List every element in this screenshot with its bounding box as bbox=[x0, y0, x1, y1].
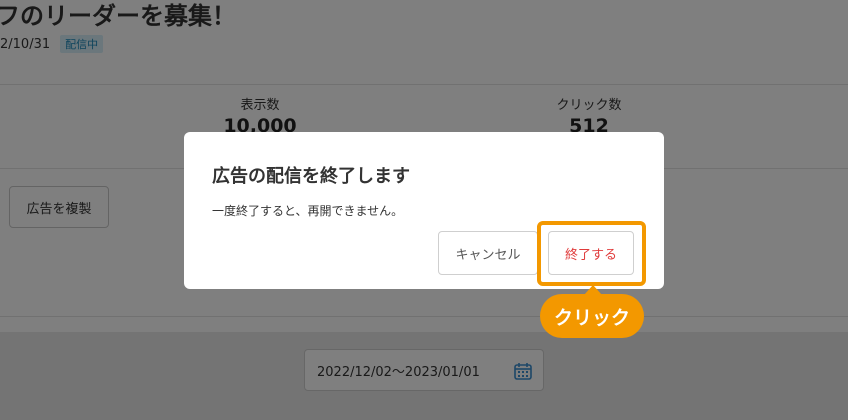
end-delivery-dialog: 広告の配信を終了します 一度終了すると、再開できません。 キャンセル 終了する bbox=[184, 132, 664, 289]
dialog-title: 広告の配信を終了します bbox=[212, 166, 410, 187]
click-callout: クリック bbox=[540, 294, 644, 338]
dialog-message: 一度終了すると、再開できません。 bbox=[212, 204, 404, 218]
end-delivery-button[interactable]: 終了する bbox=[548, 231, 634, 275]
cancel-button[interactable]: キャンセル bbox=[438, 231, 538, 275]
